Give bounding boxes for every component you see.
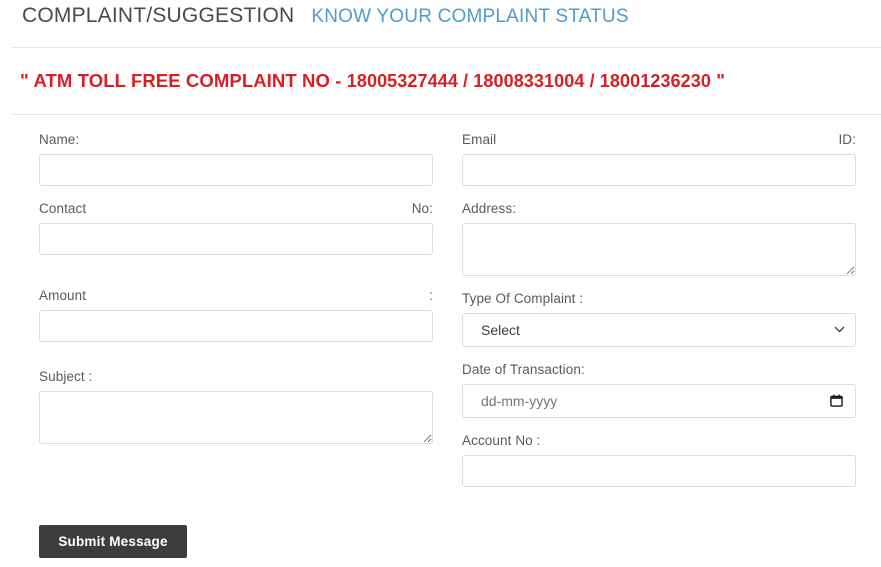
banner-numbers: 18005327444 / 18008331004 / 18001236230 — [346, 71, 711, 91]
email-id-label: Email ID: — [462, 132, 856, 148]
field-account-no: Account No : — [462, 433, 856, 487]
complaint-type-select-wrap: Select — [462, 313, 856, 347]
amount-label: Amount : — [39, 288, 433, 304]
complaint-type-select[interactable]: Select — [462, 313, 856, 347]
field-name: Name: — [39, 132, 433, 186]
banner-text: ATM TOLL FREE COMPLAINT NO - — [33, 70, 342, 91]
header-divider-bottom — [12, 114, 881, 115]
address-textarea[interactable] — [462, 223, 856, 276]
page-header: COMPLAINT/SUGGESTION KNOW YOUR COMPLAINT… — [22, 4, 629, 28]
amount-label-end: : — [429, 288, 433, 303]
field-complaint-type: Type Of Complaint : Select — [462, 291, 856, 347]
contact-no-label-end: No: — [411, 201, 433, 216]
address-label: Address: — [462, 201, 517, 216]
know-your-complaint-status-link[interactable]: KNOW YOUR COMPLAINT STATUS — [311, 6, 628, 28]
contact-no-input[interactable] — [39, 223, 433, 255]
complaint-type-label: Type Of Complaint : — [462, 291, 584, 306]
account-no-input[interactable] — [462, 455, 856, 487]
field-amount: Amount : — [39, 288, 433, 342]
field-date-of-transaction: Date of Transaction: — [462, 362, 856, 418]
contact-no-label-start: Contact — [39, 201, 87, 216]
date-of-transaction-wrap — [462, 384, 856, 418]
subject-textarea[interactable] — [39, 391, 433, 444]
field-email-id: Email ID: — [462, 132, 856, 186]
contact-no-label: Contact No: — [39, 201, 433, 217]
field-subject: Subject : — [39, 369, 433, 444]
subject-label: Subject : — [39, 369, 93, 384]
banner-quote-close: " — [716, 70, 726, 91]
form-column-right: Email ID: Address: Type Of Complaint : S… — [462, 132, 856, 502]
field-contact-no: Contact No: — [39, 201, 433, 255]
email-id-label-end: ID: — [838, 132, 856, 147]
form-column-left: Name: Contact No: Amount : Subject : — [39, 132, 433, 459]
name-input[interactable] — [39, 154, 433, 186]
field-address: Address: — [462, 201, 856, 276]
account-no-label: Account No : — [462, 433, 541, 448]
submit-message-button[interactable]: Submit Message — [39, 525, 187, 558]
header-divider-top — [12, 47, 881, 48]
atm-toll-free-banner: " ATM TOLL FREE COMPLAINT NO - 180053274… — [20, 70, 725, 92]
date-of-transaction-input[interactable] — [462, 384, 856, 418]
amount-input[interactable] — [39, 310, 433, 342]
banner-quote-open: " — [20, 70, 29, 91]
email-id-input[interactable] — [462, 154, 856, 186]
name-label: Name: — [39, 132, 80, 147]
complaint-form-page: COMPLAINT/SUGGESTION KNOW YOUR COMPLAINT… — [0, 0, 881, 567]
email-id-label-start: Email — [462, 132, 497, 147]
amount-label-start: Amount — [39, 288, 87, 303]
page-title: COMPLAINT/SUGGESTION — [22, 4, 295, 27]
date-of-transaction-label: Date of Transaction: — [462, 362, 585, 377]
